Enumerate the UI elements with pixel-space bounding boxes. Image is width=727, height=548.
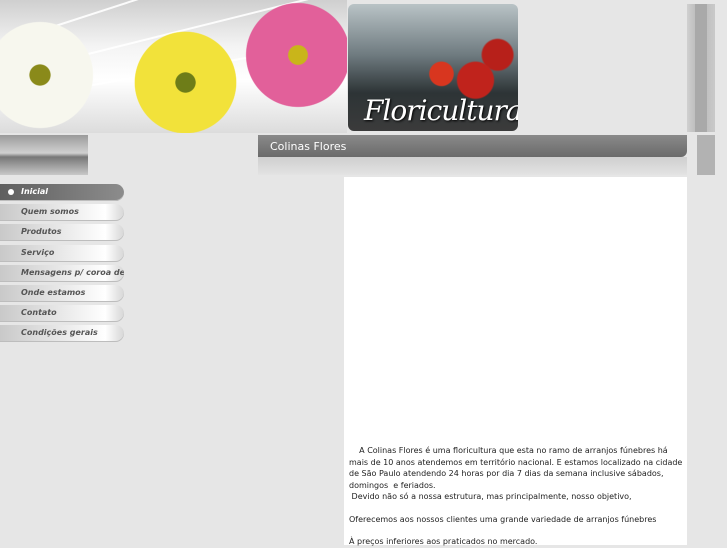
- page-title: Colinas Flores: [270, 140, 347, 153]
- page-title-bar: Colinas Flores: [258, 135, 687, 157]
- content-paragraph: À preços inferiores aos praticados no me…: [349, 537, 538, 546]
- photo-title: Floricultura: [364, 94, 518, 127]
- content-paragraph: Devido não só a nossa estrutura, mas pri…: [349, 492, 632, 501]
- nav-item-label: Inicial: [21, 187, 49, 196]
- nav-item-condicoes-gerais[interactable]: Condições gerais: [0, 325, 124, 343]
- sidebar-nav: Inicial Quem somos Produtos Serviço Mens…: [0, 184, 124, 346]
- nav-item-label: Condições gerais: [21, 328, 98, 338]
- nav-item-label: Mensagens p/ coroa de fl: [21, 267, 124, 277]
- yellow-daisy-image: [128, 25, 243, 133]
- nav-item-mensagens[interactable]: Mensagens p/ coroa de fl: [0, 264, 124, 282]
- nav-item-label: Serviço: [21, 247, 55, 257]
- decorative-left-stub: [0, 135, 88, 175]
- content-paragraph: Oferecemos aos nossos clientes uma grand…: [349, 515, 657, 524]
- flower-shop-photo: Floricultura: [348, 4, 518, 131]
- pink-daisy-image: [232, 0, 347, 110]
- intro-paragraph: A Colinas Flores é uma floricultura que …: [349, 446, 685, 490]
- nav-item-quem-somos[interactable]: Quem somos: [0, 204, 124, 222]
- nav-item-contato[interactable]: Contato: [0, 305, 124, 323]
- nav-item-inicial[interactable]: Inicial: [0, 184, 124, 201]
- white-daisy-image: [0, 15, 100, 133]
- nav-item-onde-estamos[interactable]: Onde estamos: [0, 284, 124, 302]
- nav-item-label: Produtos: [21, 227, 62, 237]
- nav-item-label: Onde estamos: [21, 287, 86, 297]
- bullet-icon: [8, 189, 14, 195]
- header-banner: [0, 0, 347, 133]
- decorative-strip: [687, 4, 715, 132]
- decorative-strip: [697, 135, 715, 175]
- nav-item-label: Contato: [21, 308, 57, 318]
- main-content: A Colinas Flores é uma floricultura que …: [344, 177, 687, 546]
- nav-item-produtos[interactable]: Produtos: [0, 224, 124, 242]
- title-bar-shadow: [258, 157, 687, 175]
- nav-item-servico[interactable]: Serviço: [0, 244, 124, 262]
- nav-item-label: Quem somos: [21, 207, 79, 217]
